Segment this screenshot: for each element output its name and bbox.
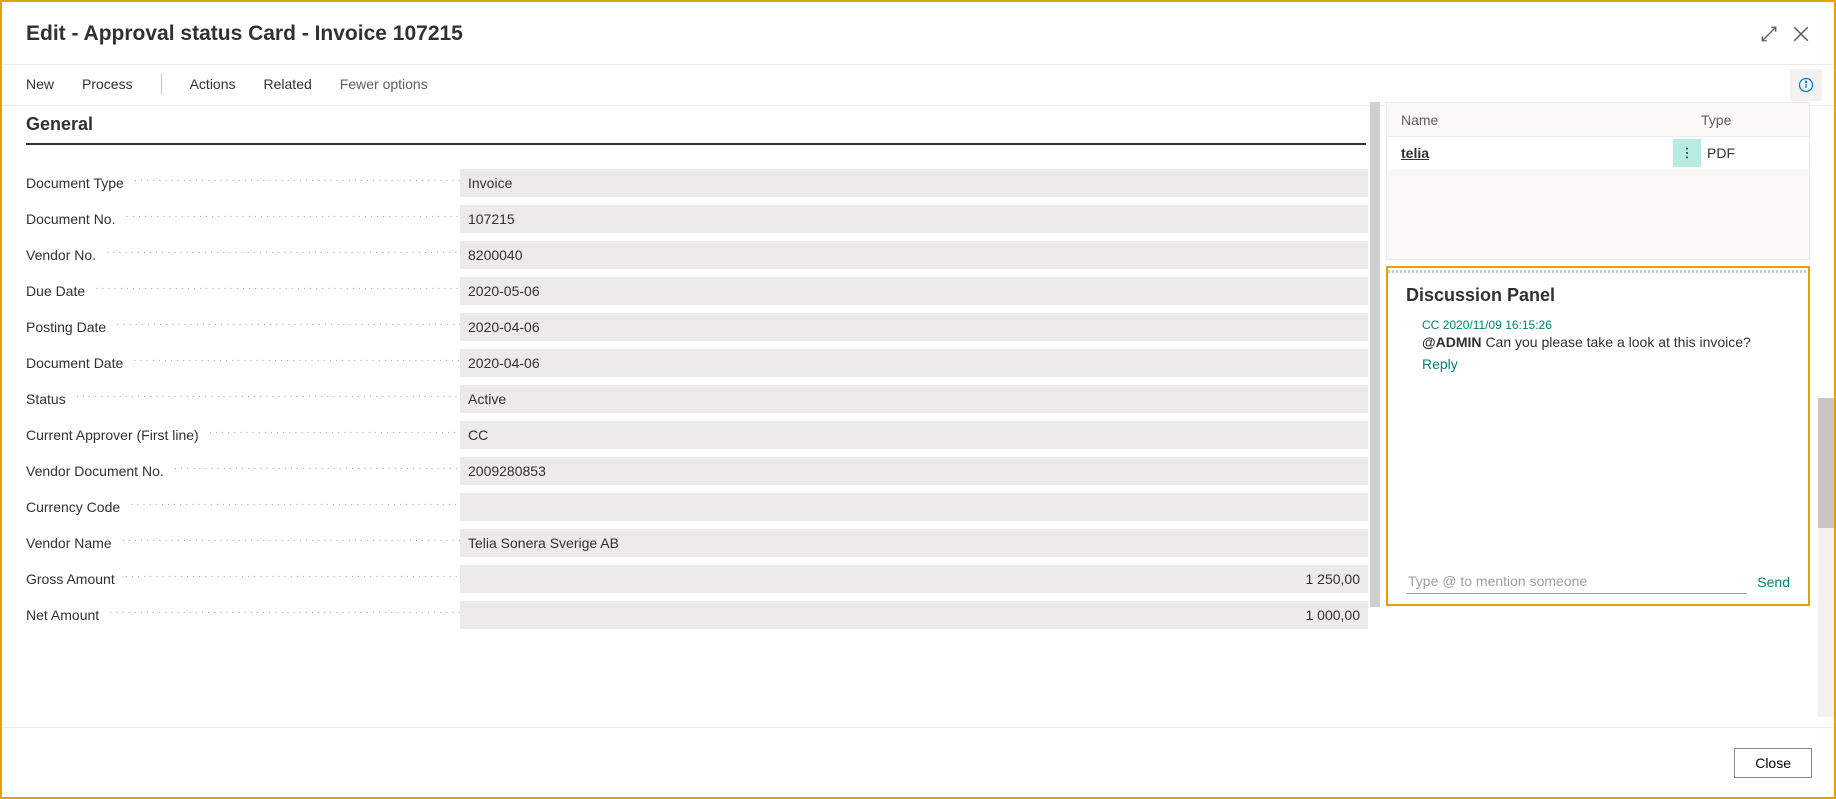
field-row: Document TypeInvoice: [26, 165, 1368, 201]
attachments-header: Name Type: [1387, 103, 1809, 137]
comment-text: @ADMIN Can you please take a look at thi…: [1422, 334, 1790, 350]
field-label: Due Date: [26, 283, 460, 299]
field-label: Document No.: [26, 211, 460, 227]
field-label: Document Date: [26, 355, 460, 371]
field-label: Document Type: [26, 175, 460, 191]
discussion-body: CC 2020/11/09 16:15:26 @ADMIN Can you pl…: [1406, 318, 1790, 569]
field-label: Net Amount: [26, 607, 460, 623]
field-label: Vendor No.: [26, 247, 460, 263]
comment-author: CC: [1422, 318, 1439, 332]
field-value[interactable]: 2020-04-06: [460, 313, 1368, 341]
attachment-row: telia PDF: [1387, 137, 1809, 169]
field-row: Gross Amount1 250,00: [26, 561, 1368, 597]
field-row: Document Date2020-04-06: [26, 345, 1368, 381]
close-icon[interactable]: [1792, 25, 1810, 43]
field-row: StatusActive: [26, 381, 1368, 417]
info-button[interactable]: [1790, 69, 1822, 101]
attachments-col-name: Name: [1401, 112, 1701, 128]
attachment-more-button[interactable]: [1673, 139, 1701, 167]
field-row: Vendor Document No.2009280853: [26, 453, 1368, 489]
field-value[interactable]: Invoice: [460, 169, 1368, 197]
comment-mention: @ADMIN: [1422, 334, 1482, 350]
send-button[interactable]: Send: [1757, 574, 1790, 590]
field-label: Vendor Document No.: [26, 463, 460, 479]
field-value[interactable]: 1 000,00: [460, 601, 1368, 629]
field-row: Current Approver (First line)CC: [26, 417, 1368, 453]
field-value[interactable]: Telia Sonera Sverige AB: [460, 529, 1368, 557]
field-row: Posting Date2020-04-06: [26, 309, 1368, 345]
discussion-panel: Discussion Panel CC 2020/11/09 16:15:26 …: [1386, 266, 1810, 606]
toolbar-process[interactable]: Process: [82, 76, 133, 92]
right-panel: Name Type telia PDF Discussion Panel CC: [1386, 102, 1834, 717]
dialog-window: Edit - Approval status Card - Invoice 10…: [0, 0, 1836, 799]
field-value[interactable]: 8200040: [460, 241, 1368, 269]
field-row: Vendor No.8200040: [26, 237, 1368, 273]
action-toolbar: New Process Actions Related Fewer option…: [2, 65, 1834, 106]
field-value[interactable]: 2020-05-06: [460, 277, 1368, 305]
dialog-body: General Document TypeInvoiceDocument No.…: [2, 102, 1834, 717]
attachments-panel: Name Type telia PDF: [1386, 102, 1810, 260]
field-value[interactable]: [460, 493, 1368, 521]
comment-body: Can you please take a look at this invoi…: [1485, 334, 1750, 350]
toolbar-new[interactable]: New: [26, 76, 54, 92]
dialog-header: Edit - Approval status Card - Invoice 10…: [2, 2, 1834, 64]
field-value[interactable]: 2009280853: [460, 457, 1368, 485]
field-label: Gross Amount: [26, 571, 460, 587]
toolbar-fewer-options[interactable]: Fewer options: [340, 76, 428, 92]
field-row: Currency Code: [26, 489, 1368, 525]
field-value[interactable]: Active: [460, 385, 1368, 413]
left-scrollbar[interactable]: [1370, 102, 1380, 717]
field-value[interactable]: 2020-04-06: [460, 349, 1368, 377]
restore-down-icon[interactable]: [1760, 25, 1778, 43]
page-title: Edit - Approval status Card - Invoice 10…: [26, 22, 463, 46]
comment-meta: CC 2020/11/09 16:15:26: [1422, 318, 1790, 332]
field-value[interactable]: 107215: [460, 205, 1368, 233]
discussion-title: Discussion Panel: [1406, 285, 1790, 306]
general-section-title: General: [26, 114, 1366, 145]
field-label: Status: [26, 391, 460, 407]
field-label: Current Approver (First line): [26, 427, 460, 443]
general-panel: General Document TypeInvoiceDocument No.…: [2, 102, 1386, 717]
field-row: Due Date2020-05-06: [26, 273, 1368, 309]
field-label: Vendor Name: [26, 535, 460, 551]
field-row: Vendor NameTelia Sonera Sverige AB: [26, 525, 1368, 561]
field-label: Posting Date: [26, 319, 460, 335]
toolbar-actions[interactable]: Actions: [190, 76, 236, 92]
comment-timestamp: 2020/11/09 16:15:26: [1443, 318, 1552, 332]
field-value[interactable]: 1 250,00: [460, 565, 1368, 593]
attachment-type: PDF: [1707, 145, 1803, 161]
close-button[interactable]: Close: [1734, 748, 1812, 778]
field-label: Currency Code: [26, 499, 460, 515]
header-actions: [1760, 25, 1810, 43]
toolbar-separator: [161, 73, 162, 95]
field-row: Net Amount1 000,00: [26, 597, 1368, 633]
right-scrollbar[interactable]: [1818, 398, 1834, 717]
attachment-name-link[interactable]: telia: [1401, 145, 1673, 161]
field-row: Document No.107215: [26, 201, 1368, 237]
attachments-col-type: Type: [1701, 112, 1803, 128]
discussion-input[interactable]: [1406, 569, 1747, 594]
discussion-footer: Send: [1406, 569, 1790, 594]
dialog-footer: Close: [2, 727, 1834, 797]
field-value[interactable]: CC: [460, 421, 1368, 449]
toolbar-related[interactable]: Related: [264, 76, 312, 92]
reply-link[interactable]: Reply: [1422, 356, 1458, 372]
